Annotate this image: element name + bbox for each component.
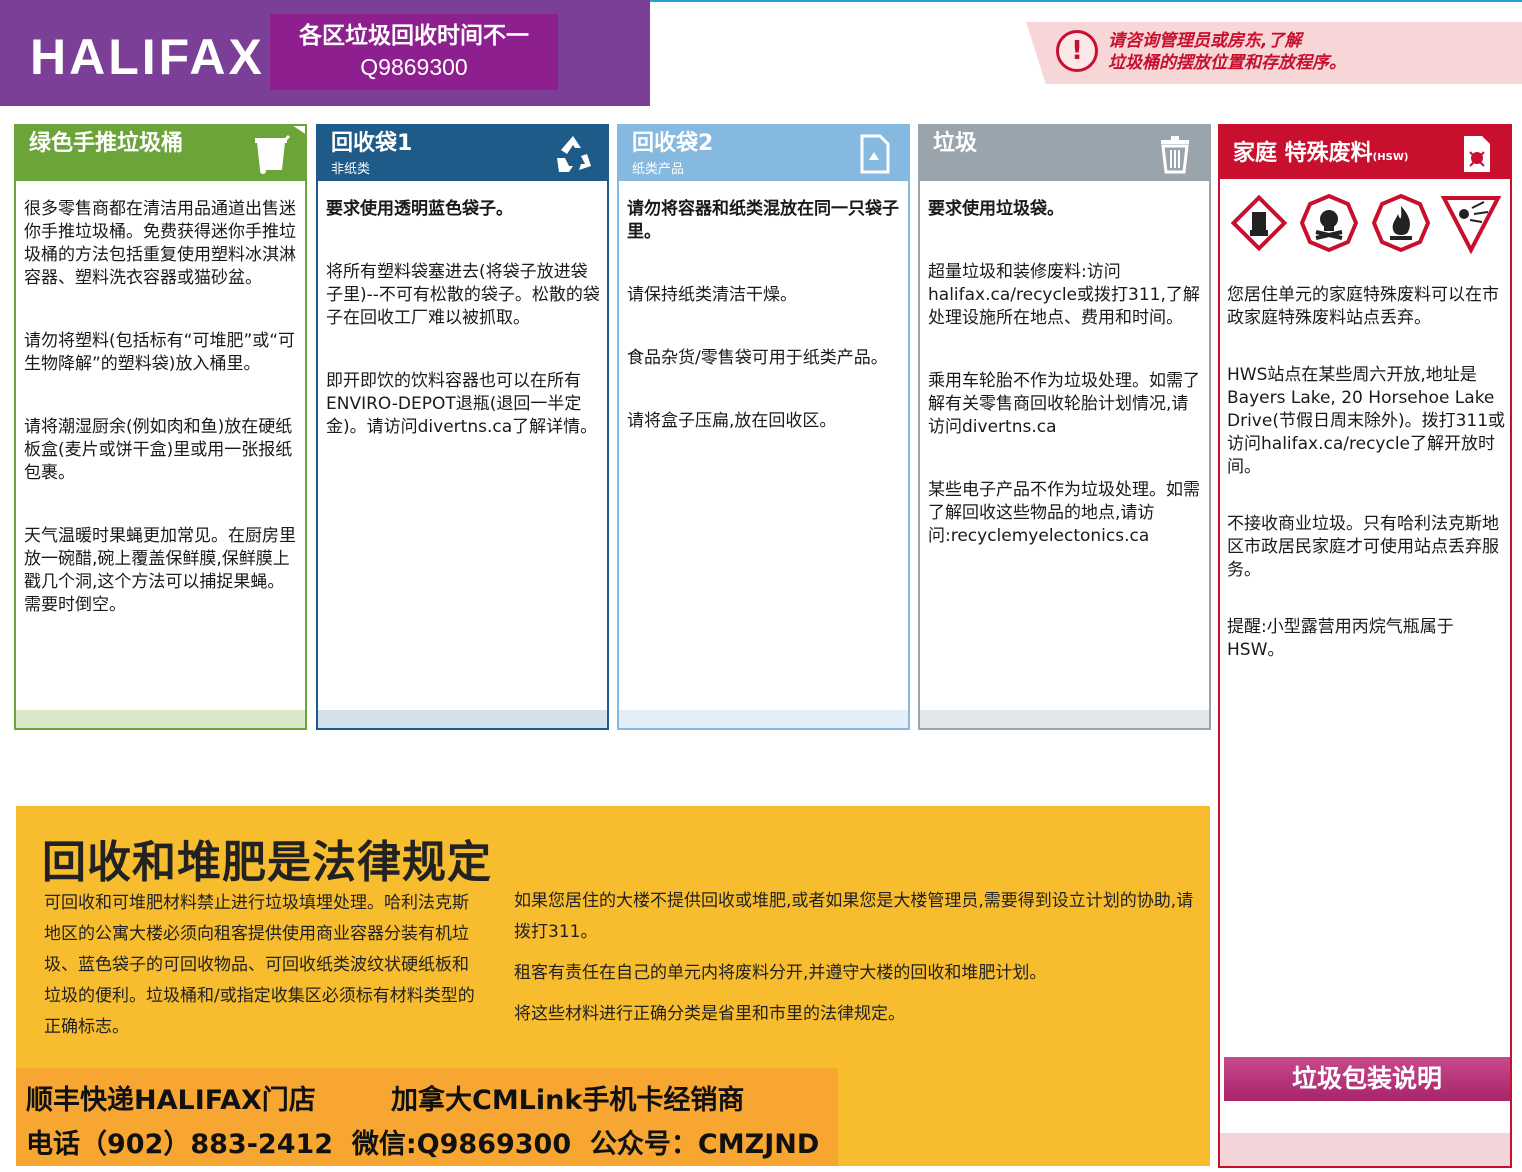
paragraph: 超量垃圾和装修废料:访问halifax.ca/recycle或拨打311,了解处… [928, 262, 1200, 328]
green-cart-icon [255, 134, 291, 174]
column-footer [920, 710, 1209, 728]
notice-banner: ! 请咨询管理员或房东,了解 垃圾桶的摆放位置和存放程序。 [1026, 22, 1522, 84]
promo-box: 各区垃圾回收时间不一 Q9869300 [270, 14, 558, 90]
law-notice-box: 回收和堆肥是法律规定 可回收和可堆肥材料禁止进行垃圾填埋处理。哈利法克斯地区的公… [16, 806, 1210, 1068]
column-title: 绿色手推垃圾桶 [29, 131, 184, 156]
paragraph: 请将盒子压扁,放在回收区。 [627, 411, 837, 431]
explosive-icon [1440, 196, 1502, 254]
column-title: 回收袋1 [331, 131, 413, 156]
column-body: 要求使用透明蓝色袋子。 将所有塑料袋塞进去(将袋子放进袋子里)--不可有松散的袋… [326, 198, 601, 479]
advertisement-banner: 顺丰快递HALIFAX门店 加拿大CMLink手机卡经销商 电话（902）883… [16, 1068, 838, 1166]
column-title-abbrev: (HSW) [1372, 152, 1409, 163]
column-garbage: 垃圾 要求使用垃圾袋。 超量垃圾和装修废料:访问halifax.ca/recyc… [918, 124, 1211, 730]
top-accent-line [650, 0, 1522, 2]
column-green-cart: 绿色手推垃圾桶 很多零售商都在清洁用品通道出售迷你手推垃圾桶。免费获得迷你手推垃… [14, 124, 307, 730]
column-title: 家庭 特殊废料(HSW) [1233, 140, 1408, 172]
hazard-bin-icon [1464, 136, 1490, 172]
paragraph: 天气温暖时果蝇更加常见。在厨房里放一碗醋,碗上覆盖保鲜膜,保鲜膜上戳几个洞,这个… [24, 526, 296, 615]
law-title: 回收和堆肥是法律规定 [42, 837, 492, 888]
ad-line-1: 顺丰快递HALIFAX门店 加拿大CMLink手机卡经销商 [26, 1085, 745, 1116]
hazard-symbols [1226, 192, 1506, 256]
paragraph: 请勿将塑料(包括标有“可堆肥”或“可生物降解”的塑料袋)放入桶里。 [24, 331, 296, 374]
column-body: 要求使用垃圾袋。 超量垃圾和装修废料:访问halifax.ca/recycle或… [928, 198, 1203, 588]
column-body: 您居住单元的家庭特殊废料可以在市政家庭特殊废料站点丢弃。 HWS站点在某些周六开… [1227, 284, 1506, 696]
promo-line-1: 各区垃圾回收时间不一 [299, 23, 529, 49]
ad-line-2: 电话（902）883-2412 微信:Q9869300 公众号：CMZJND [26, 1129, 820, 1160]
paragraph: 提醒:小型露营用丙烷气瓶属于HSW。 [1227, 617, 1454, 660]
paragraph: 乘用车轮胎不作为垃圾处理。如需了解有关零售商回收轮胎计划情况,请访问divert… [928, 371, 1200, 437]
paragraph: 您居住单元的家庭特殊废料可以在市政家庭特殊废料站点丢弃。 [1227, 285, 1499, 328]
hsw-footer [1220, 1133, 1510, 1166]
paragraph: 很多零售商都在清洁用品通道出售迷你手推垃圾桶。免费获得迷你手推垃圾桶的方法包括重… [24, 199, 296, 288]
paragraph: 不接收商业垃圾。只有哈利法克斯地区市政居民家庭才可使用站点丢弃服务。 [1227, 514, 1499, 580]
paragraph: 请保持纸类清洁干燥。 [627, 285, 797, 305]
paragraph: 租客有责任在自己的单元内将废料分开,并遵守大楼的回收和堆肥计划。 [514, 963, 1047, 983]
paragraph: 请将潮湿厨余(例如肉和鱼)放在硬纸板盒(麦片或饼干盒)里或用一张报纸包裹。 [24, 417, 293, 483]
corrosive-icon [1230, 194, 1288, 252]
column-title-main: 家庭 特殊废料 [1233, 141, 1373, 166]
paragraph: HWS站点在某些周六开放,地址是Bayers Lake, 20 Horsehoe… [1227, 365, 1506, 477]
column-subtitle: 非纸类 [331, 162, 371, 177]
column-household-special-waste: 家庭 特殊废料(HSW) 您居住单元的家庭特殊废料可以在市政家庭特殊废料站点丢弃… [1218, 124, 1512, 1168]
column-header: 回收袋1 非纸类 [318, 126, 607, 181]
flammable-icon [1371, 193, 1431, 253]
column-footer [619, 710, 908, 728]
paragraph: 如果您居住的大楼不提供回收或堆肥,或者如果您是大楼管理员,需要得到设立计划的协助… [514, 891, 1194, 942]
halifax-logo: HALIFAX [30, 29, 265, 85]
notice-text: 请咨询管理员或房东,了解 垃圾桶的摆放位置和存放程序。 [1108, 30, 1346, 74]
column-subtitle: 纸类产品 [632, 162, 685, 177]
law-box-bottom-fill [838, 1068, 1210, 1166]
column-title: 回收袋2 [632, 131, 714, 156]
paragraph: 食品杂货/零售袋可用于纸类产品。 [627, 348, 888, 368]
recycle-icon [557, 136, 591, 172]
column-header: 绿色手推垃圾桶 [16, 126, 305, 181]
toxic-icon [1299, 193, 1359, 253]
column-header: 回收袋2 纸类产品 [619, 126, 908, 181]
paragraph: 将所有塑料袋塞进去(将袋子放进袋子里)--不可有松散的袋子。松散的袋子在回收工厂… [326, 262, 600, 328]
column-body: 请勿将容器和纸类混放在同一只袋子里。 请保持纸类清洁干燥。 食品杂货/零售袋可用… [627, 198, 902, 473]
paragraph: 将这些材料进行正确分类是省里和市里的法律规定。 [514, 1004, 905, 1024]
paragraph: 要求使用垃圾袋。 [928, 199, 1064, 219]
law-right-text: 如果您居住的大楼不提供回收或堆肥,或者如果您是大楼管理员,需要得到设立计划的协助… [514, 886, 1204, 1040]
law-left-text: 可回收和可堆肥材料禁止进行垃圾填埋处理。哈利法克斯地区的公寓大楼必须向租客提供使… [44, 893, 475, 1037]
promo-line-2: Q9869300 [360, 54, 468, 80]
packaging-instructions-button[interactable]: 垃圾包装说明 [1224, 1057, 1510, 1101]
paper-recycle-icon [860, 134, 890, 174]
alert-icon: ! [1056, 30, 1098, 72]
notice-line-1: 请咨询管理员或房东,了解 [1108, 31, 1302, 51]
column-footer [318, 710, 607, 728]
notice-line-2: 垃圾桶的摆放位置和存放程序。 [1108, 53, 1346, 73]
column-blue-bag-1: 回收袋1 非纸类 要求使用透明蓝色袋子。 将所有塑料袋塞进去(将袋子放进袋子里)… [316, 124, 609, 730]
paragraph: 即开即饮的饮料容器也可以在所有ENVIRO-DEPOT退瓶(退回一半定金)。请访… [326, 371, 598, 437]
paragraph: 要求使用透明蓝色袋子。 [326, 199, 513, 219]
column-title: 垃圾 [933, 131, 978, 156]
trash-bin-icon [1161, 136, 1189, 174]
paragraph: 某些电子产品不作为垃圾处理。如需了解回收这些物品的地点,请访问:recyclem… [928, 480, 1200, 546]
column-header: 垃圾 [920, 126, 1209, 181]
header-banner: HALIFAX 各区垃圾回收时间不一 Q9869300 [0, 0, 650, 106]
paragraph: 请勿将容器和纸类混放在同一只袋子里。 [627, 199, 899, 242]
column-footer [16, 710, 305, 728]
column-blue-bag-2: 回收袋2 纸类产品 请勿将容器和纸类混放在同一只袋子里。 请保持纸类清洁干燥。 … [617, 124, 910, 730]
column-body: 很多零售商都在清洁用品通道出售迷你手推垃圾桶。免费获得迷你手推垃圾桶的方法包括重… [24, 198, 299, 657]
column-header: 家庭 特殊废料(HSW) [1220, 126, 1510, 179]
